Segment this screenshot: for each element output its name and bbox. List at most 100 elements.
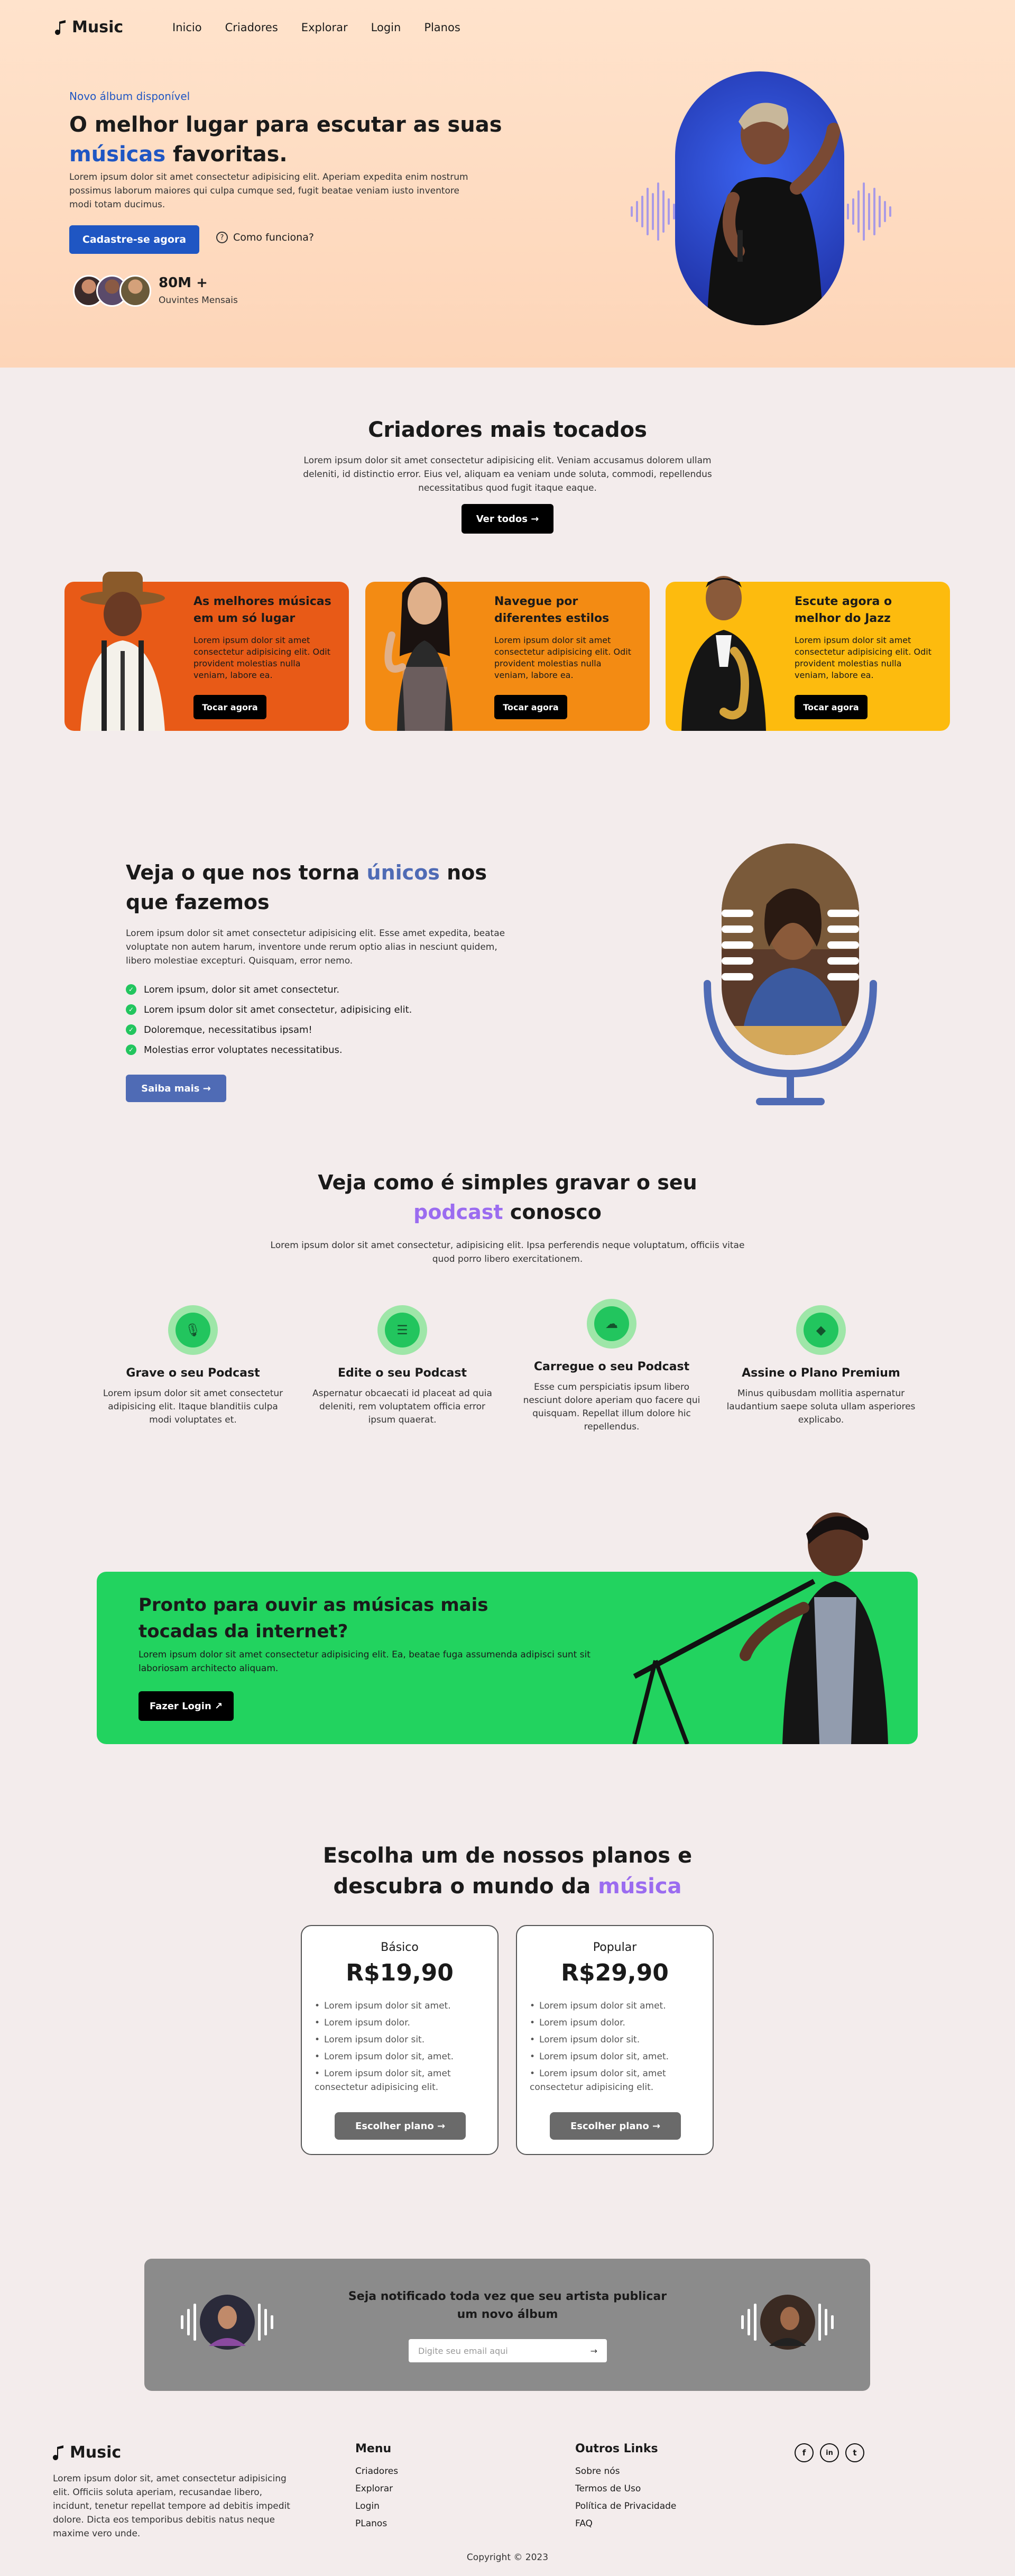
main-nav: Inicio Criadores Explorar Login Planos xyxy=(172,21,460,34)
newsletter-wave-left xyxy=(180,2293,275,2351)
wave-bar xyxy=(857,190,860,233)
play-now-button[interactable]: Tocar agora xyxy=(795,695,868,719)
plan-name: Popular xyxy=(593,1941,637,1954)
footer-link[interactable]: Criadores xyxy=(355,2463,398,2480)
podcast-title-end: conosco xyxy=(510,1200,602,1224)
plan-feature: Lorem ipsum dolor sit. xyxy=(315,2033,484,2047)
plan-feature: Lorem ipsum dolor sit, amet. xyxy=(315,2050,484,2064)
logo[interactable]: Music xyxy=(55,18,123,36)
step-title: Carregue o seu Podcast xyxy=(533,1360,690,1373)
learn-more-button[interactable]: Saiba mais → xyxy=(126,1075,226,1102)
wave-bar xyxy=(868,193,870,230)
footer-link[interactable]: Explorar xyxy=(355,2480,398,2498)
music-note-icon xyxy=(55,20,66,35)
footer-logo-text: Music xyxy=(70,2443,122,2462)
feature-item: ✓ Lorem ipsum, dolor sit amet consectetur… xyxy=(126,979,412,1000)
wave-bar xyxy=(647,188,649,235)
nav-link-explorar[interactable]: Explorar xyxy=(301,21,348,34)
creator-card-2: Navegue por diferentes estilos Lorem ips… xyxy=(365,577,650,731)
view-all-button[interactable]: Ver todos → xyxy=(462,504,553,534)
hero-title-end: favoritas. xyxy=(173,142,288,167)
wave-bar xyxy=(636,201,638,222)
check-icon: ✓ xyxy=(126,984,136,995)
sound-wave-right xyxy=(847,180,891,243)
unique-description: Lorem ipsum dolor sit amet consectetur a… xyxy=(126,928,505,966)
facebook-icon[interactable]: f xyxy=(795,2443,814,2462)
check-icon: ✓ xyxy=(126,1024,136,1035)
feature-item: ✓ Doloremque, necessitatibus ipsam! xyxy=(126,1020,412,1040)
wave-bar xyxy=(852,198,854,225)
plan-feature: Lorem ipsum dolor sit, amet. xyxy=(530,2050,699,2064)
play-now-button[interactable]: Tocar agora xyxy=(494,695,567,719)
wave-bar xyxy=(662,190,665,233)
social-links: f in t xyxy=(795,2443,864,2462)
newsletter-title: Seja notificado toda vez que seu artista… xyxy=(348,2290,667,2321)
plan-price: R$19,90 xyxy=(346,1959,454,1986)
card-title: Navegue por diferentes estilos xyxy=(494,595,610,625)
wave-bar xyxy=(652,193,654,230)
hero-singer-image xyxy=(675,71,844,325)
hero-title: O melhor lugar para escutar as suas músi… xyxy=(69,110,503,169)
footer-link[interactable]: PLanos xyxy=(355,2515,398,2533)
creators-description: Lorem ipsum dolor sit amet consectetur a… xyxy=(303,455,712,493)
plan-feature: Lorem ipsum dolor sit. xyxy=(530,2033,699,2047)
nav-link-criadores[interactable]: Criadores xyxy=(225,21,278,34)
wave-bar xyxy=(631,206,633,217)
nav-link-login[interactable]: Login xyxy=(371,21,401,34)
footer-link[interactable]: Política de Privacidade xyxy=(575,2498,676,2515)
feature-item: ✓ Lorem ipsum dolor sit amet consectetur,… xyxy=(126,1000,412,1020)
card-text: Lorem ipsum dolor sit amet consectetur a… xyxy=(795,635,931,680)
plan-feature: Lorem ipsum dolor sit amet. xyxy=(315,1999,484,2013)
twitter-icon[interactable]: t xyxy=(845,2443,864,2462)
microphone-icon: 🎙 xyxy=(176,1313,210,1347)
cta-singer-image xyxy=(632,1512,888,1744)
podcast-title: Veja como é simples gravar o seu podcast… xyxy=(270,1168,745,1227)
login-button[interactable]: Fazer Login ↗ xyxy=(139,1691,234,1721)
footer-logo[interactable]: Music xyxy=(53,2443,121,2462)
feature-item: ✓ Molestias error voluptates necessitatib… xyxy=(126,1040,412,1060)
how-it-works-label: Como funciona? xyxy=(233,232,314,243)
plan-feature: Lorem ipsum dolor. xyxy=(530,2016,699,2030)
plan-name: Básico xyxy=(381,1941,419,1954)
nav-link-planos[interactable]: Planos xyxy=(424,21,460,34)
nav-link-inicio[interactable]: Inicio xyxy=(172,21,202,34)
check-icon: ✓ xyxy=(126,1004,136,1015)
podcast-step-record: 🎙 Grave o seu Podcast Lorem ipsum dolor … xyxy=(98,1305,288,1427)
listener-avatars xyxy=(73,275,151,307)
avatar xyxy=(119,275,151,307)
footer-link[interactable]: Sobre nós xyxy=(575,2463,676,2480)
play-now-button[interactable]: Tocar agora xyxy=(193,695,266,719)
question-icon: ? xyxy=(216,232,228,243)
choose-plan-button[interactable]: Escolher plano → xyxy=(335,2112,466,2140)
step-icon-wrap: ◆ xyxy=(796,1305,846,1355)
email-input[interactable]: Digite seu email aqui → xyxy=(409,2339,607,2362)
wave-bar xyxy=(847,204,849,219)
footer-link[interactable]: Login xyxy=(355,2498,398,2515)
choose-plan-button[interactable]: Escolher plano → xyxy=(550,2112,681,2140)
plan-feature: Lorem ipsum dolor. xyxy=(315,2016,484,2030)
step-title: Edite o seu Podcast xyxy=(337,1367,467,1380)
footer-link[interactable]: FAQ xyxy=(575,2515,676,2533)
step-text: Esse cum perspiciatis ipsum libero nesci… xyxy=(523,1382,700,1432)
footer-menu-title: Menu xyxy=(355,2442,392,2455)
step-text: Minus quibusdam mollitia aspernatur laud… xyxy=(726,1388,916,1425)
linkedin-icon[interactable]: in xyxy=(820,2443,839,2462)
check-icon: ✓ xyxy=(126,1044,136,1055)
footer-description: Lorem ipsum dolor sit, amet consectetur … xyxy=(53,2473,290,2539)
logo-text: Music xyxy=(72,18,124,36)
arrow-right-icon[interactable]: → xyxy=(590,2346,597,2356)
signup-button[interactable]: Cadastre-se agora xyxy=(69,225,199,254)
email-placeholder: Digite seu email aqui xyxy=(418,2345,508,2356)
sound-wave-left xyxy=(631,180,675,243)
plan-features: Lorem ipsum dolor sit amet. Lorem ipsum … xyxy=(315,1999,484,2094)
sliders-icon: ☰ xyxy=(385,1313,420,1347)
creator-photo xyxy=(80,572,165,731)
cloud-upload-icon: ☁ xyxy=(594,1306,629,1341)
plan-features: Lorem ipsum dolor sit amet. Lorem ipsum … xyxy=(530,1999,699,2094)
plan-feature: Lorem ipsum dolor sit, amet consectetur … xyxy=(315,2067,484,2094)
footer-link[interactable]: Termos de Uso xyxy=(575,2480,676,2498)
plan-card-popular: Popular R$29,90 Lorem ipsum dolor sit am… xyxy=(516,1925,714,2155)
wave-bar xyxy=(657,182,659,241)
how-it-works-link[interactable]: ? Como funciona? xyxy=(216,232,314,243)
wave-bar xyxy=(873,188,875,235)
